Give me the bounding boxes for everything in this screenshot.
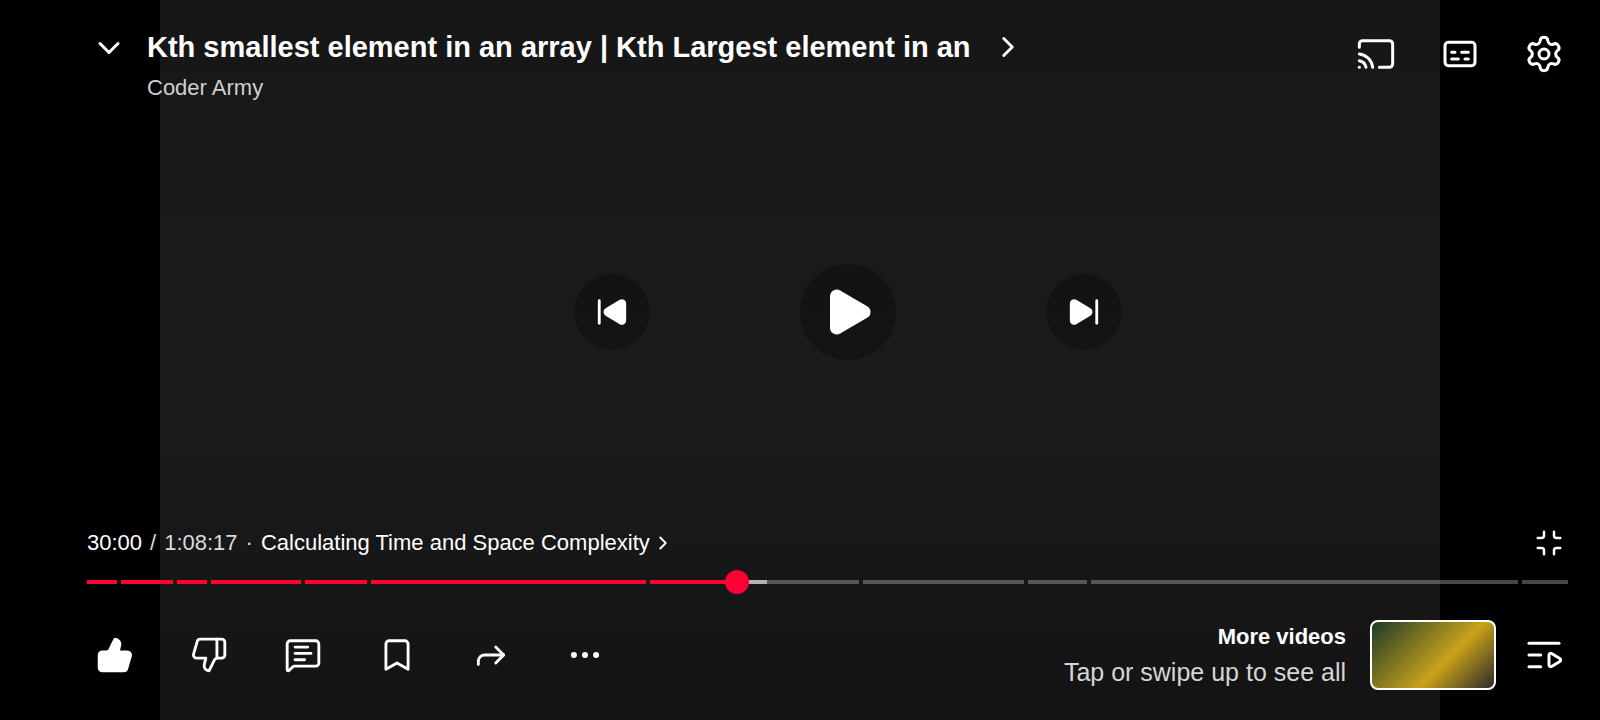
video-title: Kth smallest element in an array | Kth L… [147, 30, 971, 65]
more-videos-title: More videos [1218, 624, 1346, 650]
queue-button[interactable] [1520, 631, 1568, 679]
more-icon [566, 636, 604, 674]
chapter-segment[interactable] [863, 580, 1024, 584]
chapter-segment[interactable] [87, 580, 117, 584]
scrubber-thumb[interactable] [725, 570, 749, 594]
played-fill [177, 580, 207, 584]
dislike-icon [190, 636, 228, 674]
player-screen: Kth smallest element in an array | Kth L… [0, 0, 1600, 720]
chapter-segment[interactable] [121, 580, 173, 584]
like-icon [96, 636, 134, 674]
progress-bar[interactable] [87, 580, 1568, 584]
like-button[interactable] [91, 631, 139, 679]
minimize-button[interactable] [87, 26, 131, 70]
action-row: More videos Tap or swipe up to see all [87, 620, 1568, 720]
bullet: · [246, 530, 253, 556]
play-button[interactable] [800, 264, 896, 360]
center-controls [87, 101, 1568, 524]
queue-icon [1524, 635, 1564, 675]
previous-button[interactable] [574, 274, 650, 350]
played-fill [211, 580, 300, 584]
captions-icon [1440, 34, 1480, 74]
comments-button[interactable] [279, 631, 327, 679]
expand-title-button[interactable] [987, 26, 1029, 68]
previous-icon [595, 295, 629, 329]
chapter-segment[interactable] [1091, 580, 1518, 584]
settings-button[interactable] [1520, 30, 1568, 78]
action-buttons [87, 631, 609, 679]
chapter-segment[interactable] [177, 580, 207, 584]
comments-icon [284, 636, 322, 674]
chapter-segment[interactable] [650, 580, 859, 584]
time-row: 30:00 / 1:08:17 · Calculating Time and Space… [87, 524, 1568, 580]
more-videos[interactable]: More videos Tap or swipe up to see all [1064, 620, 1568, 690]
chapter-segment[interactable] [1522, 580, 1568, 584]
played-fill [305, 580, 367, 584]
gear-icon [1524, 34, 1564, 74]
next-button[interactable] [1046, 274, 1122, 350]
exit-fullscreen-button[interactable] [1530, 524, 1568, 562]
duration: 1:08:17 [164, 530, 237, 556]
channel-name[interactable]: Coder Army [147, 75, 971, 101]
chapter-segment[interactable] [371, 580, 646, 584]
title-block: Kth smallest element in an array | Kth L… [147, 26, 971, 101]
play-icon [821, 285, 875, 339]
more-videos-text: More videos Tap or swipe up to see all [1064, 624, 1346, 687]
video-thumbnail[interactable] [1370, 620, 1496, 690]
dislike-button[interactable] [185, 631, 233, 679]
exit-fullscreen-icon [1534, 528, 1564, 558]
chapter-segment[interactable] [1028, 580, 1087, 584]
top-bar: Kth smallest element in an array | Kth L… [87, 0, 1568, 101]
player-overlay: Kth smallest element in an array | Kth L… [0, 0, 1600, 720]
chevron-right-icon [652, 532, 674, 554]
chapter-segment[interactable] [211, 580, 300, 584]
time-separator: / [150, 530, 156, 556]
share-icon [472, 636, 510, 674]
next-icon [1067, 295, 1101, 329]
current-time: 30:00 [87, 530, 142, 556]
more-button[interactable] [561, 631, 609, 679]
played-fill [87, 580, 117, 584]
played-fill [121, 580, 173, 584]
chevron-down-icon [91, 30, 127, 66]
more-videos-subtitle: Tap or swipe up to see all [1064, 658, 1346, 687]
played-fill [371, 580, 646, 584]
save-button[interactable] [373, 631, 421, 679]
chapter-title[interactable]: Calculating Time and Space Complexity [261, 530, 674, 556]
bookmark-icon [378, 636, 416, 674]
top-right-controls [1352, 26, 1568, 78]
cast-button[interactable] [1352, 30, 1400, 78]
chapter-segment[interactable] [305, 580, 367, 584]
captions-button[interactable] [1436, 30, 1484, 78]
share-button[interactable] [467, 631, 515, 679]
cast-icon [1356, 34, 1396, 74]
chevron-right-icon [991, 30, 1025, 64]
